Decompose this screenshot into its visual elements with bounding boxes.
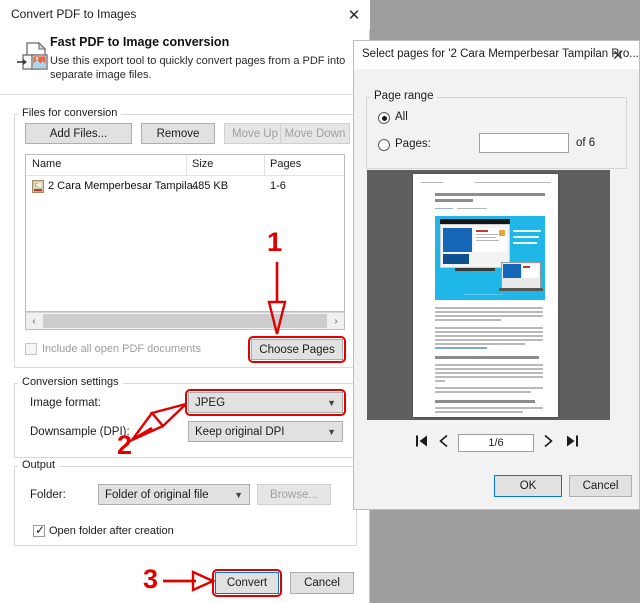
annotation-arrow-3 [163,570,216,592]
